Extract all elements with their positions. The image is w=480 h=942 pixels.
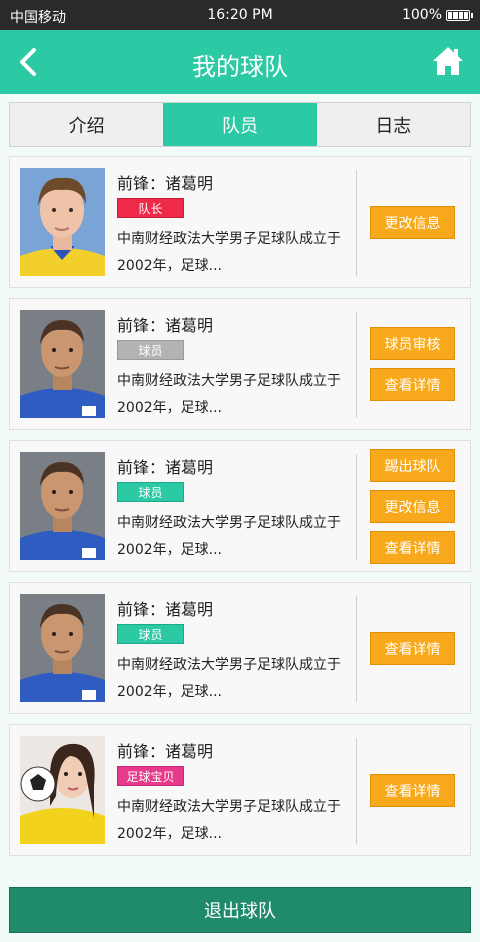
- member-avatar: [20, 310, 105, 418]
- battery-icon: [446, 9, 473, 21]
- quit-team-button[interactable]: 退出球队: [9, 887, 471, 933]
- description-line: 中南财经政法大学男子足球队成立于: [117, 373, 341, 389]
- member-avatar: [20, 594, 105, 702]
- description-line: 2002年，足球...: [117, 542, 222, 558]
- description-line: 2002年，足球...: [117, 684, 222, 700]
- member-description: 中南财经政法大学男子足球队成立于 2002年，足球...: [117, 368, 352, 422]
- member-name: 前锋：诸葛明: [117, 458, 214, 477]
- view-details-button[interactable]: 查看详情: [370, 632, 455, 665]
- member-description: 中南财经政法大学男子足球队成立于 2002年，足球...: [117, 510, 352, 564]
- view-details-button[interactable]: 查看详情: [370, 774, 455, 807]
- tab-intro[interactable]: 介绍: [10, 103, 163, 146]
- tab-members[interactable]: 队员: [163, 103, 317, 146]
- description-line: 中南财经政法大学男子足球队成立于: [117, 231, 341, 247]
- member-avatar: [20, 168, 105, 276]
- role-badge: 球员: [117, 340, 184, 360]
- battery-indicator: 100%: [401, 7, 473, 23]
- member-description: 中南财经政法大学男子足球队成立于 2002年，足球...: [117, 652, 352, 706]
- member-name: 前锋：诸葛明: [117, 316, 214, 335]
- card-divider: [356, 738, 357, 844]
- description-line: 中南财经政法大学男子足球队成立于: [117, 799, 341, 815]
- card-divider: [356, 170, 357, 276]
- member-card: 前锋：诸葛明 队长 中南财经政法大学男子足球队成立于 2002年，足球... 更…: [9, 156, 471, 288]
- edit-info-button[interactable]: 更改信息: [370, 490, 455, 523]
- role-badge: 球员: [117, 482, 184, 502]
- member-card: 前锋：诸葛明 足球宝贝 中南财经政法大学男子足球队成立于 2002年，足球...…: [9, 724, 471, 856]
- status-bar: 中国移动 16:20 PM 100%: [0, 0, 480, 30]
- description-line: 2002年，足球...: [117, 258, 222, 274]
- role-badge: 足球宝贝: [117, 766, 184, 786]
- card-divider: [356, 454, 357, 560]
- app-header: 我的球队: [0, 30, 480, 94]
- edit-info-button[interactable]: 更改信息: [370, 206, 455, 239]
- tab-log[interactable]: 日志: [317, 103, 470, 146]
- member-card: 前锋：诸葛明 球员 中南财经政法大学男子足球队成立于 2002年，足球... 查…: [9, 582, 471, 714]
- description-line: 中南财经政法大学男子足球队成立于: [117, 657, 341, 673]
- description-line: 2002年，足球...: [117, 400, 222, 416]
- member-description: 中南财经政法大学男子足球队成立于 2002年，足球...: [117, 226, 352, 280]
- page-title: 我的球队: [192, 53, 288, 81]
- description-line: 中南财经政法大学男子足球队成立于: [117, 515, 341, 531]
- view-details-button[interactable]: 查看详情: [370, 531, 455, 564]
- view-details-button[interactable]: 查看详情: [370, 368, 455, 401]
- member-card: 前锋：诸葛明 球员 中南财经政法大学男子足球队成立于 2002年，足球... 球…: [9, 298, 471, 430]
- role-badge: 队长: [117, 198, 184, 218]
- card-divider: [356, 596, 357, 702]
- card-divider: [356, 312, 357, 418]
- tab-bar: 介绍 队员 日志: [9, 102, 471, 147]
- home-icon[interactable]: [432, 46, 464, 76]
- member-avatar: [20, 736, 105, 844]
- member-name: 前锋：诸葛明: [117, 742, 214, 761]
- review-player-button[interactable]: 球员审核: [370, 327, 455, 360]
- member-avatar: [20, 452, 105, 560]
- member-description: 中南财经政法大学男子足球队成立于 2002年，足球...: [117, 794, 352, 848]
- kick-player-button[interactable]: 踢出球队: [370, 449, 455, 482]
- role-badge: 球员: [117, 624, 184, 644]
- member-name: 前锋：诸葛明: [117, 600, 214, 619]
- member-card: 前锋：诸葛明 球员 中南财经政法大学男子足球队成立于 2002年，足球... 踢…: [9, 440, 471, 572]
- member-name: 前锋：诸葛明: [117, 174, 214, 193]
- battery-percent: 100%: [401, 7, 442, 23]
- description-line: 2002年，足球...: [117, 826, 222, 842]
